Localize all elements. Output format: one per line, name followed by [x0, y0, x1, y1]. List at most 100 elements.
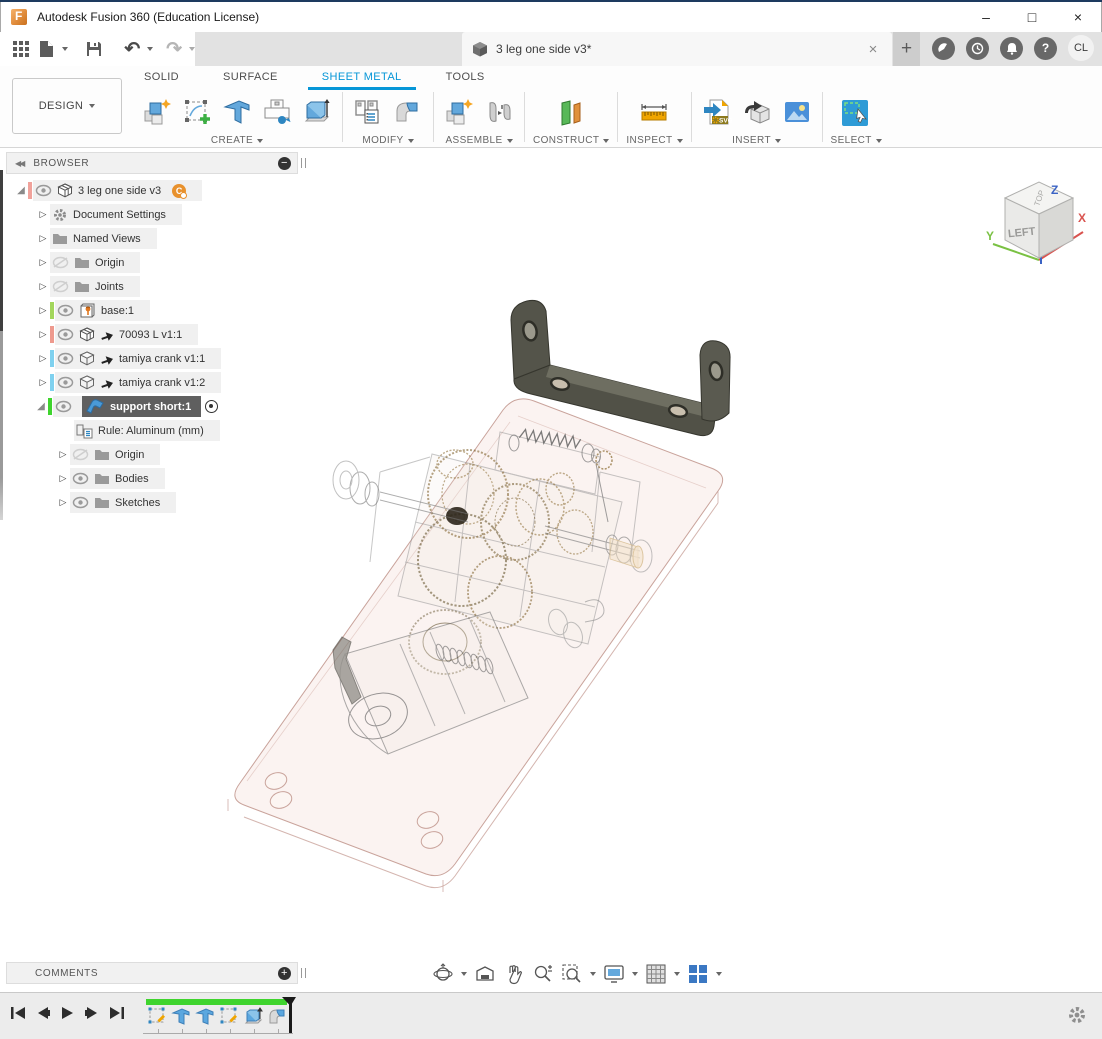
minimize-button[interactable]: – — [963, 2, 1009, 32]
new-tab-button[interactable]: + — [893, 32, 920, 66]
viewports-caret[interactable] — [716, 972, 722, 976]
grid-icon[interactable] — [645, 963, 667, 985]
zoom-icon[interactable] — [532, 963, 554, 985]
tree-label[interactable]: Bodies — [115, 473, 149, 485]
workspace-selector[interactable]: DESIGN — [12, 78, 122, 134]
file-menu-caret[interactable] — [62, 47, 68, 51]
help-icon[interactable]: ? — [1034, 37, 1057, 60]
group-inspect-label[interactable]: INSPECT — [626, 135, 672, 146]
tab-close-icon[interactable]: × — [864, 41, 882, 58]
canvas-icon[interactable] — [780, 95, 814, 129]
file-menu-icon[interactable] — [36, 37, 58, 61]
eye-visible-icon[interactable] — [55, 400, 72, 413]
app-grid-icon[interactable] — [10, 37, 32, 61]
tree-label[interactable]: Joints — [95, 281, 124, 293]
expander-collapsed-icon[interactable]: ▷ — [36, 233, 50, 244]
tree-row-origin[interactable]: ▷ Origin — [36, 251, 140, 274]
expander-collapsed-icon[interactable]: ▷ — [36, 281, 50, 292]
expander-collapsed-icon[interactable]: ▷ — [36, 329, 50, 340]
redo-caret[interactable] — [189, 47, 195, 51]
tree-label[interactable]: tamiya crank v1:2 — [119, 377, 205, 389]
maximize-button[interactable]: □ — [1009, 2, 1055, 32]
comments-grip[interactable] — [301, 968, 306, 978]
insert-svg-icon[interactable]: SVG — [700, 95, 734, 129]
redo-icon[interactable]: ↷ — [163, 37, 185, 61]
flat-pattern-icon[interactable] — [260, 95, 294, 129]
tree-row-70093[interactable]: ▷ 70093 L v1:1 — [36, 323, 198, 346]
pan-icon[interactable] — [503, 963, 525, 985]
save-icon[interactable] — [84, 37, 106, 61]
expander-collapsed-icon[interactable]: ▷ — [36, 209, 50, 220]
expander-collapsed-icon[interactable]: ▷ — [36, 377, 50, 388]
look-at-icon[interactable] — [474, 963, 496, 985]
play-icon[interactable] — [60, 1005, 75, 1021]
expander-expanded-icon[interactable]: ◢ — [14, 185, 28, 196]
go-to-end-icon[interactable] — [108, 1005, 125, 1021]
new-component-icon[interactable] — [140, 95, 174, 129]
eye-hidden-icon[interactable] — [52, 280, 69, 293]
viewport-canvas[interactable] — [0, 148, 1102, 992]
extensions-icon[interactable] — [932, 37, 955, 60]
tab-surface[interactable]: SURFACE — [209, 66, 292, 90]
orbit-icon[interactable] — [432, 963, 454, 985]
collapse-arrows-icon[interactable]: ◀◀ — [15, 159, 23, 168]
tree-label[interactable]: 70093 L v1:1 — [119, 329, 182, 341]
tab-tools[interactable]: TOOLS — [432, 66, 499, 90]
tree-label[interactable]: Sketches — [115, 497, 160, 509]
group-assemble-label[interactable]: ASSEMBLE — [445, 135, 502, 146]
eye-visible-icon[interactable] — [57, 328, 74, 341]
eye-hidden-icon[interactable] — [52, 256, 69, 269]
eye-visible-icon[interactable] — [57, 376, 74, 389]
tree-label[interactable]: Origin — [115, 449, 144, 461]
create-sketch-icon[interactable] — [180, 95, 214, 129]
step-back-icon[interactable] — [36, 1005, 51, 1021]
eye-visible-icon[interactable] — [57, 352, 74, 365]
group-construct-label[interactable]: CONSTRUCT — [533, 135, 599, 146]
step-forward-icon[interactable] — [84, 1005, 99, 1021]
tree-label[interactable]: Document Settings — [73, 209, 166, 221]
selected-row-highlight[interactable]: support short:1 — [82, 396, 201, 417]
tree-row-document-settings[interactable]: ▷ Document Settings — [36, 203, 182, 226]
tree-label[interactable]: 3 leg one side v3 — [78, 185, 161, 197]
tree-label[interactable]: Rule: Aluminum (mm) — [98, 425, 204, 437]
document-tab[interactable]: 3 leg one side v3* × — [462, 32, 892, 66]
job-status-icon[interactable] — [966, 37, 989, 60]
tree-row-base[interactable]: ▷ base:1 — [36, 299, 150, 322]
undo-caret[interactable] — [147, 47, 153, 51]
tab-solid[interactable]: SOLID — [130, 66, 193, 90]
close-button[interactable]: × — [1055, 2, 1101, 32]
timeline-settings-gear-icon[interactable] — [1066, 1004, 1088, 1026]
browser-grip[interactable] — [301, 158, 306, 168]
eye-visible-icon[interactable] — [72, 496, 89, 509]
comments-panel-header[interactable]: COMMENTS + — [6, 962, 298, 984]
orbit-caret[interactable] — [461, 972, 467, 976]
convert-sheet-metal-icon[interactable] — [351, 95, 385, 129]
tree-row-joints[interactable]: ▷ Joints — [36, 275, 140, 298]
tree-label[interactable]: Origin — [95, 257, 124, 269]
in-canvas-badge[interactable]: C — [172, 184, 186, 198]
tree-label[interactable]: Named Views — [73, 233, 141, 245]
group-select-label[interactable]: SELECT — [831, 135, 872, 146]
tree-row-named-views[interactable]: ▷ Named Views — [36, 227, 157, 250]
expander-collapsed-icon[interactable]: ▷ — [56, 473, 70, 484]
undo-icon[interactable]: ↶ — [121, 37, 143, 61]
group-create-label[interactable]: CREATE — [211, 135, 253, 146]
tree-row-bodies[interactable]: ▷ Bodies — [56, 467, 165, 490]
feature-flange-icon[interactable] — [171, 1006, 192, 1027]
select-icon[interactable] — [839, 95, 873, 129]
feature-flange-icon[interactable] — [195, 1006, 216, 1027]
activate-component-radio[interactable] — [205, 400, 218, 413]
measure-icon[interactable] — [637, 95, 671, 129]
viewports-icon[interactable] — [687, 963, 709, 985]
browser-panel-header[interactable]: ◀◀ BROWSER − — [6, 152, 298, 174]
eye-hidden-icon[interactable] — [72, 448, 89, 461]
eye-visible-icon[interactable] — [35, 184, 52, 197]
display-settings-icon[interactable] — [603, 963, 625, 985]
account-avatar[interactable]: CL — [1068, 35, 1094, 61]
assemble-new-component-icon[interactable] — [442, 95, 476, 129]
eye-visible-icon[interactable] — [57, 304, 74, 317]
tree-label[interactable]: base:1 — [101, 305, 134, 317]
tree-label[interactable]: support short:1 — [110, 401, 191, 413]
grid-caret[interactable] — [674, 972, 680, 976]
view-cube[interactable]: TOP LEFT Z X Y — [985, 170, 1095, 275]
